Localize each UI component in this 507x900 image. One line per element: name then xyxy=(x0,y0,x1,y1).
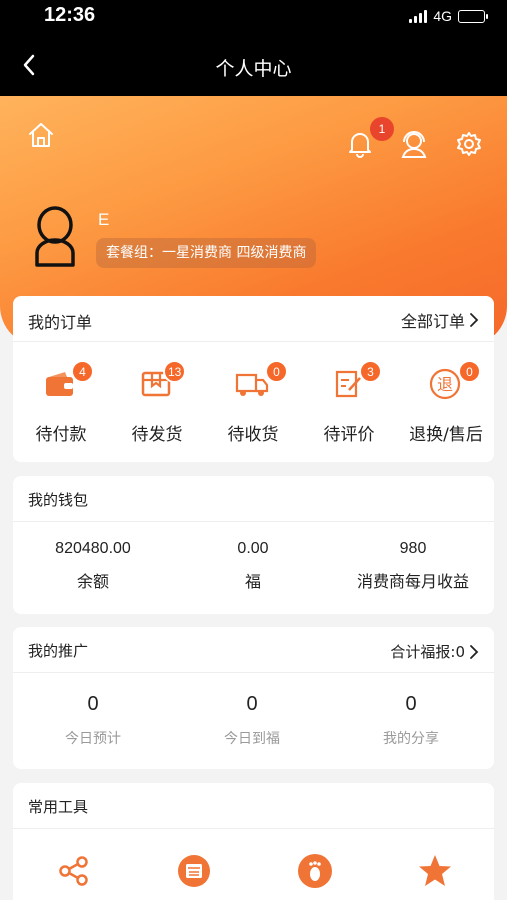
wallet-fortune[interactable]: 0.00 福 xyxy=(193,540,313,592)
wallet-label: 福 xyxy=(244,572,261,591)
chevron-right-icon xyxy=(470,644,479,659)
gear-icon xyxy=(457,132,481,156)
home-button[interactable] xyxy=(24,118,58,152)
package-tag: 套餐组：一星消费商 四级消费商 xyxy=(96,238,317,268)
wallet-value: 980 xyxy=(399,540,427,557)
wallet-card: 我的钱包 820480.00 余额 0.00 福 980 消费商每月收益 xyxy=(13,476,494,614)
order-label: 待发货 xyxy=(131,425,183,445)
order-label: 退换/售后 xyxy=(409,425,483,445)
footprint-icon[interactable] xyxy=(297,853,333,889)
all-orders-label: 全部订单 xyxy=(400,312,465,331)
wallet-header: 我的钱包 xyxy=(13,476,494,522)
status-bar: 12:36 4G xyxy=(0,0,507,34)
notification-badge: 1 xyxy=(370,117,394,141)
promotion-card: 我的推广 合计福报:0 0 今日预计 0 今日到福 0 我的分享 xyxy=(13,627,494,769)
settings-button[interactable] xyxy=(452,127,486,161)
status-indicators: 4G xyxy=(409,8,488,24)
promo-value: 0 xyxy=(87,693,99,715)
nav-bar: 个人中心 xyxy=(0,34,507,96)
order-item-pending-payment[interactable]: 4 待付款 xyxy=(13,342,109,462)
promo-my-shares[interactable]: 0 我的分享 xyxy=(351,693,471,748)
order-item-pending-receipt[interactable]: 0 待收货 xyxy=(205,342,301,462)
battery-icon xyxy=(458,9,488,23)
wallet-title: 我的钱包 xyxy=(28,491,89,509)
tools-header: 常用工具 xyxy=(13,783,494,829)
order-status-grid: 4 待付款 13 待发货 0 待收货 3 待评价 退 0 退换/售后 xyxy=(13,342,494,462)
promo-label: 今日到福 xyxy=(224,731,280,747)
orders-header: 我的订单 全部订单 xyxy=(13,296,494,342)
promo-today-received[interactable]: 0 今日到福 xyxy=(192,693,312,748)
tools-title: 常用工具 xyxy=(28,798,89,816)
promo-today-estimate[interactable]: 0 今日预计 xyxy=(33,693,153,748)
all-orders-link[interactable]: 全部订单 xyxy=(401,308,479,332)
order-badge: 3 xyxy=(359,360,382,383)
order-label: 待评价 xyxy=(323,425,375,445)
promo-label: 我的分享 xyxy=(383,731,439,747)
wallet-label: 消费商每月收益 xyxy=(356,572,469,591)
order-item-after-sales[interactable]: 退 0 退换/售后 xyxy=(398,342,494,462)
user-name: E xyxy=(98,210,110,229)
wallet-label: 余额 xyxy=(76,572,109,591)
avatar[interactable] xyxy=(30,205,80,269)
bell-icon xyxy=(349,133,371,158)
order-item-pending-review[interactable]: 3 待评价 xyxy=(301,342,397,462)
promo-label: 今日预计 xyxy=(65,731,121,747)
promotion-header: 我的推广 合计福报:0 xyxy=(13,627,494,673)
promotion-title: 我的推广 xyxy=(28,642,89,660)
star-icon[interactable] xyxy=(417,853,453,889)
chevron-right-icon xyxy=(470,313,479,327)
promo-value: 0 xyxy=(246,693,258,715)
user-icon xyxy=(35,206,75,267)
home-icon xyxy=(29,123,53,147)
signal-icon xyxy=(409,9,428,23)
order-badge: 13 xyxy=(163,360,187,383)
order-label: 待付款 xyxy=(35,425,87,445)
wallet-value: 0.00 xyxy=(237,540,269,557)
wallet-balance[interactable]: 820480.00 余额 xyxy=(33,540,153,592)
customer-service-button[interactable] xyxy=(397,127,431,161)
card-icon[interactable] xyxy=(176,853,212,889)
status-time: 12:36 xyxy=(44,4,96,26)
customer-service-icon xyxy=(401,131,427,158)
order-item-pending-shipment[interactable]: 13 待发货 xyxy=(109,342,205,462)
order-badge: 0 xyxy=(458,360,481,383)
tools-card: 常用工具 xyxy=(13,783,494,900)
order-label: 待收货 xyxy=(227,425,279,445)
promotion-total-link[interactable]: 合计福报:0 xyxy=(390,641,479,662)
svg-text:退: 退 xyxy=(437,375,453,394)
wallet-value: 820480.00 xyxy=(55,540,131,557)
order-badge: 0 xyxy=(265,360,288,383)
wallet-monthly-income[interactable]: 980 消费商每月收益 xyxy=(343,540,483,592)
promo-value: 0 xyxy=(405,693,417,715)
network-label: 4G xyxy=(433,8,452,24)
order-badge: 4 xyxy=(71,360,94,383)
orders-card: 我的订单 全部订单 4 待付款 13 待发货 0 待收货 3 待评价 退 0 退… xyxy=(13,296,494,462)
page-title: 个人中心 xyxy=(215,58,292,80)
share-icon[interactable] xyxy=(55,853,91,889)
promotion-total-label: 合计福报:0 xyxy=(390,643,465,661)
orders-title: 我的订单 xyxy=(28,313,93,332)
